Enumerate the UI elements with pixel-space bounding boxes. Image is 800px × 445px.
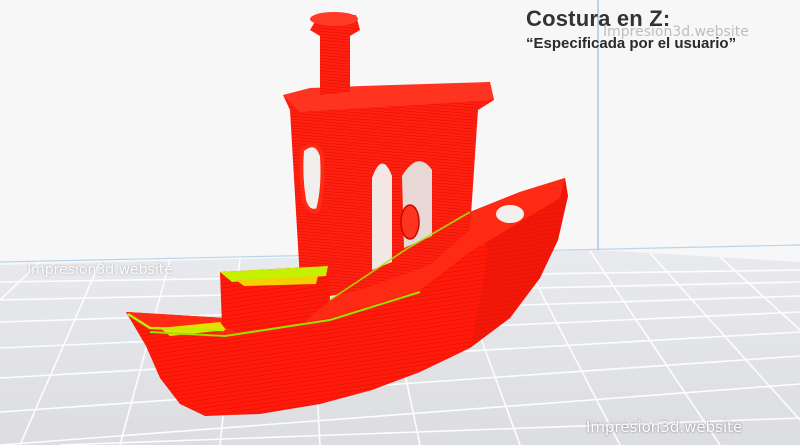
watermark-bottom: Impresion3d.website	[586, 418, 743, 436]
overlay-subtitle: “Especificada por el usuario”	[526, 35, 737, 52]
slicer-viewport[interactable]: Impresion3d.website Costura en Z: “Espec…	[0, 0, 800, 445]
cabin-doorway	[372, 163, 392, 270]
watermark-left: Impresion3d.website	[27, 262, 173, 278]
stern-porthole	[496, 205, 524, 223]
overlay-title: Costura en Z:	[526, 6, 671, 31]
porthole-front	[400, 204, 420, 240]
3d-scene[interactable]	[0, 0, 800, 445]
